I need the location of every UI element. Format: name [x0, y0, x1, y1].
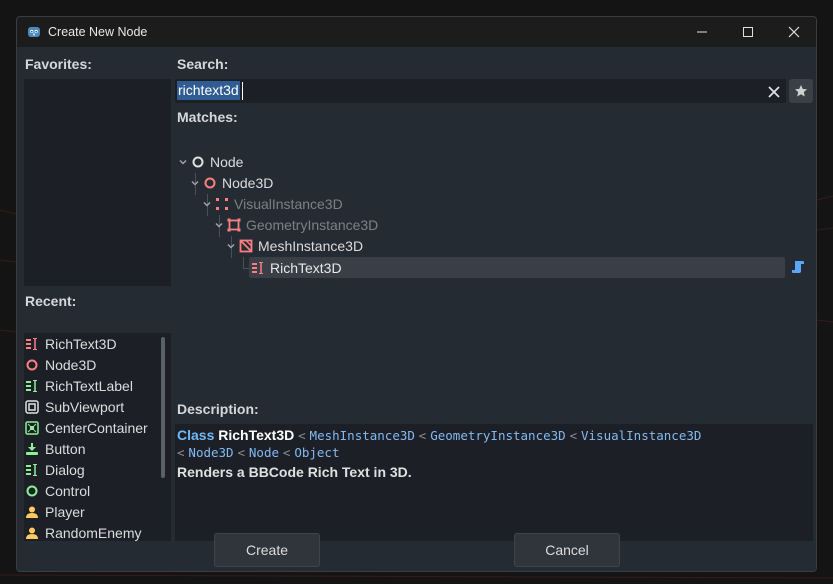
- tree-row-label: GeometryInstance3D: [246, 216, 379, 233]
- recent-item-node3d[interactable]: Node3D: [25, 354, 96, 375]
- recent-item-randomenemy[interactable]: RandomEnemy: [25, 522, 142, 543]
- create-new-node-dialog: Create New Node Favorites: Recent: RichT…: [16, 16, 817, 572]
- recent-scrollbar[interactable]: [161, 337, 165, 478]
- godot-logo-icon: [28, 27, 40, 37]
- matches-label: Matches:: [177, 109, 238, 125]
- player-icon: [26, 506, 38, 518]
- recent-item-richtext3d[interactable]: RichText3D: [25, 333, 117, 354]
- inheritance-separator: <: [569, 428, 578, 443]
- close-button[interactable]: [771, 17, 816, 47]
- inheritance-line-2: < Node3D < Node < Object: [177, 444, 339, 460]
- favorites-label: Favorites:: [25, 56, 92, 72]
- inheritance-separator: <: [177, 445, 185, 460]
- recent-item-control[interactable]: Control: [25, 480, 90, 501]
- node-icon: [192, 156, 204, 167]
- title-bar: Create New Node: [17, 17, 816, 47]
- geometryinstance3d-icon: [227, 218, 241, 231]
- tree-row-label: VisualInstance3D: [234, 195, 343, 212]
- class-name: RichText3D: [218, 427, 295, 443]
- recent-item-label: Node3D: [45, 356, 97, 373]
- inheritance-link[interactable]: GeometryInstance3D: [430, 428, 565, 443]
- randomenemy-icon: [26, 527, 38, 539]
- recent-item-label: RichText3D: [45, 335, 117, 352]
- recent-label: Recent:: [25, 293, 77, 309]
- visualinstance3d-icon: [216, 197, 228, 210]
- tree-row-node[interactable]: Node: [177, 151, 243, 172]
- description-text: Renders a BBCode Rich Text in 3D.: [177, 464, 412, 480]
- text-caret: [242, 82, 243, 100]
- create-button[interactable]: Create: [214, 533, 320, 567]
- tree-row-node3d[interactable]: Node3D: [189, 172, 273, 193]
- chevron-down-icon[interactable]: [177, 156, 189, 168]
- tree-row-visualinstance3d[interactable]: VisualInstance3D: [201, 193, 343, 214]
- favorite-button[interactable]: [789, 79, 813, 103]
- node3d-icon: [204, 177, 216, 188]
- dialog-icon: [26, 463, 37, 476]
- recent-item-label: RandomEnemy: [45, 524, 142, 541]
- recent-item-label: Dialog: [45, 461, 85, 478]
- tree-row-label: Node3D: [222, 174, 274, 191]
- inheritance-line-1: Class RichText3D < MeshInstance3D < Geom…: [177, 427, 701, 443]
- maximize-icon: [743, 27, 753, 37]
- richtext3d-icon: [252, 261, 263, 274]
- cancel-button[interactable]: Cancel: [514, 533, 620, 567]
- description-label: Description:: [177, 401, 259, 417]
- tree-row-label: RichText3D: [270, 259, 342, 276]
- centercontainer-icon: [25, 420, 39, 435]
- subviewport-icon: [25, 399, 39, 414]
- inheritance-link[interactable]: Node3D: [188, 445, 233, 460]
- chevron-down-icon[interactable]: [213, 219, 225, 231]
- search-label: Search:: [177, 56, 229, 72]
- tree-row-richtext3d[interactable]: RichText3D: [251, 257, 342, 278]
- inheritance-separator: <: [418, 428, 427, 443]
- recent-item-label: Control: [45, 482, 91, 499]
- search-input-value: richtext3d: [177, 81, 240, 100]
- recent-item-subviewport[interactable]: SubViewport: [25, 396, 124, 417]
- minimize-button[interactable]: [679, 17, 725, 47]
- button-icon: [26, 442, 38, 455]
- recent-item-centercontainer[interactable]: CenterContainer: [25, 417, 148, 438]
- recent-item-dialog[interactable]: Dialog: [25, 459, 85, 480]
- chevron-down-icon[interactable]: [189, 177, 201, 189]
- tree-row-meshinstance3d[interactable]: MeshInstance3D: [225, 235, 363, 256]
- clear-icon[interactable]: [767, 85, 781, 99]
- search-input[interactable]: richtext3d: [175, 79, 786, 103]
- recent-item-button[interactable]: Button: [25, 438, 85, 459]
- inheritance-link[interactable]: Node: [249, 445, 279, 460]
- description-text-panel: Renders a BBCode Rich Text in 3D.: [175, 460, 813, 541]
- richtextlabel-icon: [26, 379, 37, 392]
- class-keyword: Class: [177, 427, 215, 443]
- inheritance-separator: <: [237, 445, 245, 460]
- dialog-content: Favorites: Recent: RichText3D Node3D Ric…: [17, 47, 816, 571]
- description-inheritance-box: Class RichText3D < MeshInstance3D < Geom…: [175, 424, 813, 460]
- script-icon[interactable]: [791, 260, 805, 274]
- minimize-icon: [697, 31, 707, 33]
- recent-item-label: Button: [45, 440, 86, 457]
- inheritance-link[interactable]: VisualInstance3D: [581, 428, 701, 443]
- maximize-button[interactable]: [725, 17, 771, 47]
- star-icon: [795, 85, 807, 97]
- meshinstance3d-icon: [239, 239, 253, 252]
- close-icon: [788, 26, 800, 38]
- recent-item-label: SubViewport: [45, 398, 125, 415]
- tree-row-label: Node: [210, 153, 244, 170]
- tree-row-geometryinstance3d[interactable]: GeometryInstance3D: [213, 214, 378, 235]
- recent-item-richtextlabel[interactable]: RichTextLabel: [25, 375, 133, 396]
- inheritance-link[interactable]: Object: [294, 445, 339, 460]
- node3d-icon: [26, 359, 38, 370]
- richtext3d-icon: [26, 337, 37, 350]
- recent-item-label: RichTextLabel: [45, 377, 133, 394]
- inheritance-separator: <: [282, 445, 291, 460]
- tree-row-label: MeshInstance3D: [258, 237, 364, 254]
- recent-item-label: Player: [45, 503, 85, 520]
- control-icon: [26, 485, 38, 496]
- window-title: Create New Node: [48, 25, 148, 39]
- inheritance-separator: <: [298, 428, 306, 443]
- recent-item-player[interactable]: Player: [25, 501, 85, 522]
- chevron-down-icon[interactable]: [225, 240, 237, 252]
- recent-item-label: CenterContainer: [45, 419, 148, 436]
- favorites-list[interactable]: [24, 79, 171, 286]
- chevron-down-icon[interactable]: [201, 198, 213, 210]
- inheritance-link[interactable]: MeshInstance3D: [310, 428, 415, 443]
